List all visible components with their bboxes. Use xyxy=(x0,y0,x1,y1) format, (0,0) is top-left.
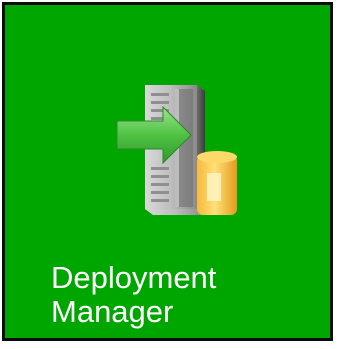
deployment-manager-tile[interactable]: Deployment Manager xyxy=(2,2,333,341)
tile-label-line1: Deployment xyxy=(51,260,217,295)
server-deploy-icon xyxy=(116,85,237,215)
tile-label: Deployment Manager xyxy=(51,261,216,329)
tile-label-line2: Manager xyxy=(51,294,174,329)
